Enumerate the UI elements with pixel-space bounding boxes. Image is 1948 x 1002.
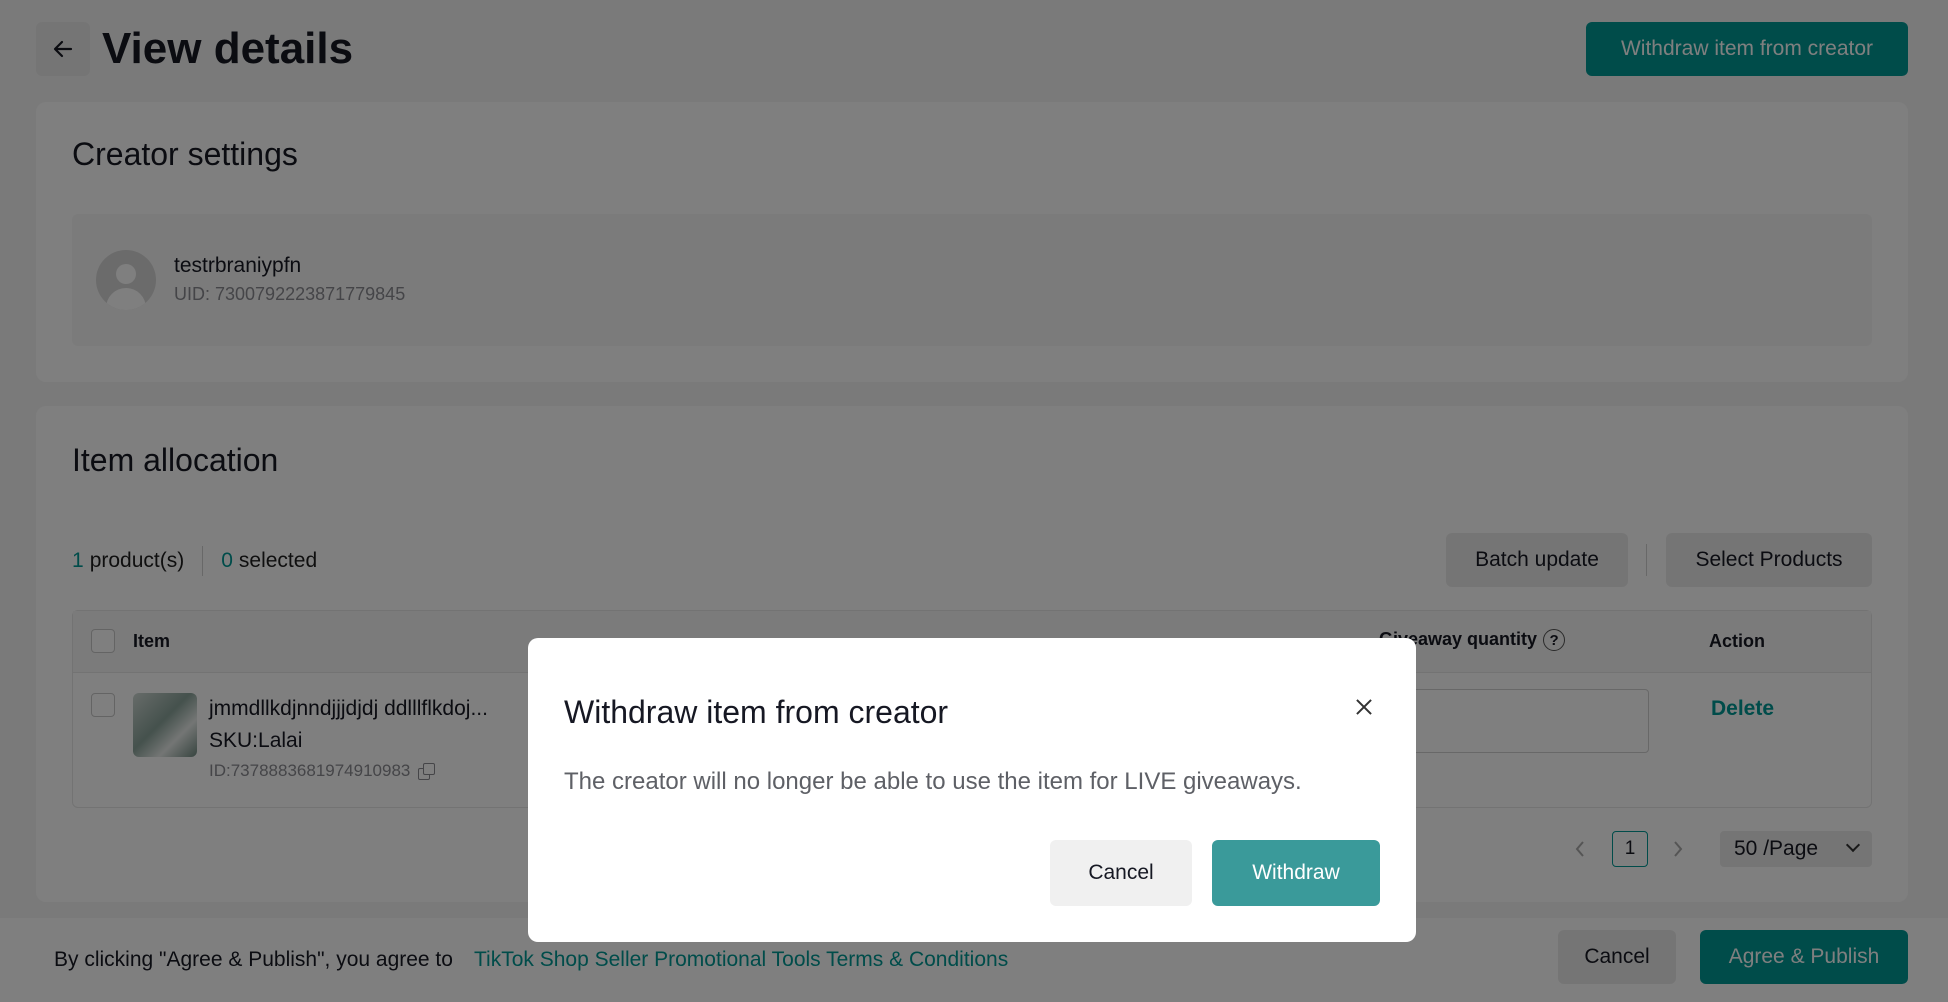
modal-message: The creator will no longer be able to us… [564, 768, 1302, 795]
modal-cancel-button[interactable]: Cancel [1050, 840, 1192, 906]
close-icon[interactable] [1350, 694, 1378, 722]
modal-withdraw-button[interactable]: Withdraw [1212, 840, 1380, 906]
modal-title: Withdraw item from creator [564, 694, 949, 730]
withdraw-modal: Withdraw item from creator The creator w… [528, 638, 1416, 942]
